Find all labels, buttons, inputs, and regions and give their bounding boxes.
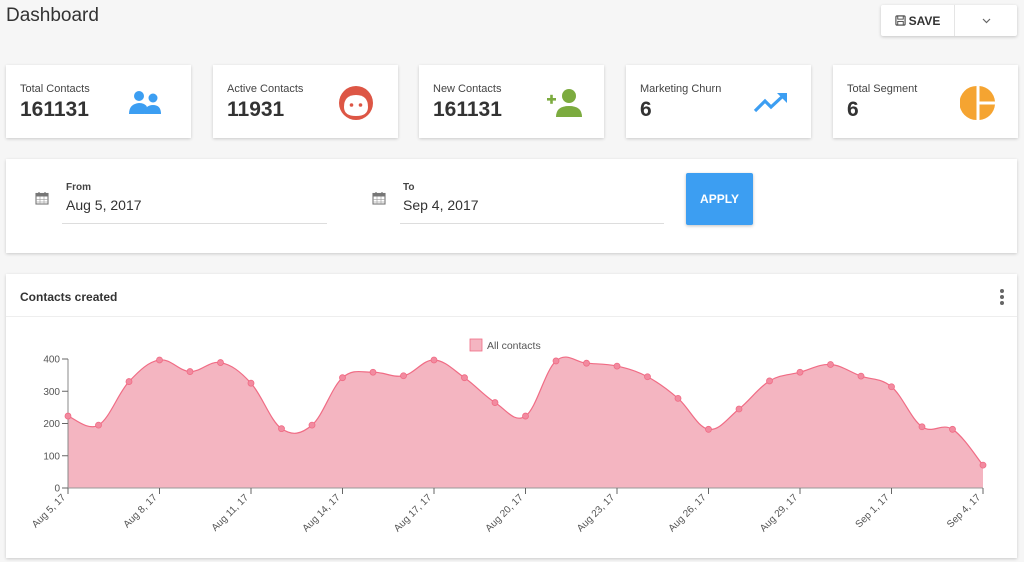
date-filter-panel: From Aug 5, 2017 To Sep 4, 2017 APPLY — [6, 159, 1017, 253]
stat-label: Active Contacts — [227, 83, 304, 95]
area-fill — [68, 357, 983, 488]
x-tick-label: Sep 1, 17 — [854, 492, 892, 530]
data-point[interactable] — [766, 377, 773, 385]
stat-value: 161131 — [20, 98, 89, 121]
data-point[interactable] — [552, 357, 560, 365]
chart-title: Contacts created — [20, 290, 118, 304]
data-point[interactable] — [461, 374, 468, 382]
x-axis: Aug 5, 17 Aug 8, 17 Aug 11, 17 Aug 14, 17 Au… — [30, 487, 984, 534]
data-point[interactable] — [308, 421, 316, 429]
floppy-disk-icon — [894, 15, 906, 26]
x-tick-label: Aug 29, 17 — [758, 492, 800, 534]
from-value[interactable]: Aug 5, 2017 — [66, 197, 142, 213]
people-icon — [125, 83, 165, 123]
x-tick-label: Aug 5, 17 — [30, 492, 68, 530]
page-title: Dashboard — [6, 5, 99, 26]
from-label: From — [66, 182, 91, 193]
y-tick-label: 400 — [43, 355, 60, 366]
chart-legend[interactable]: All contacts — [469, 338, 541, 352]
data-point[interactable] — [95, 421, 102, 429]
stat-value: 11931 — [227, 98, 285, 121]
data-point[interactable] — [735, 405, 743, 413]
data-point[interactable] — [888, 383, 895, 391]
legend-swatch — [469, 338, 483, 352]
x-tick-label: Aug 11, 17 — [210, 492, 252, 534]
to-label: To — [403, 182, 415, 193]
data-point[interactable] — [613, 362, 621, 370]
x-tick-label: Aug 23, 17 — [575, 492, 617, 534]
data-point[interactable] — [64, 412, 72, 420]
data-point[interactable] — [583, 359, 590, 367]
stat-card-new-contacts: New Contacts 161131 — [419, 65, 604, 138]
to-underline — [400, 223, 664, 224]
to-date-field[interactable]: To Sep 4, 2017 — [372, 159, 664, 253]
data-point[interactable] — [796, 368, 804, 376]
stat-card-total-contacts: Total Contacts 161131 — [6, 65, 191, 138]
chevron-down-icon — [982, 18, 990, 23]
data-point[interactable] — [278, 425, 285, 433]
data-point[interactable] — [430, 356, 438, 364]
to-value[interactable]: Sep 4, 2017 — [403, 197, 479, 213]
data-point[interactable] — [217, 359, 224, 366]
stat-value: 6 — [640, 98, 652, 121]
data-point[interactable] — [247, 379, 255, 387]
save-button[interactable]: SAVE — [881, 5, 955, 36]
apply-button[interactable]: APPLY — [686, 173, 753, 225]
y-axis: 0100200300400 — [43, 355, 69, 495]
stat-value: 161131 — [433, 98, 502, 121]
stat-label: Total Contacts — [20, 83, 90, 95]
data-point[interactable] — [918, 423, 926, 431]
kebab-menu-icon[interactable] — [999, 289, 1005, 305]
y-tick-label: 300 — [43, 387, 60, 398]
x-tick-label: Aug 8, 17 — [122, 492, 160, 530]
stat-label: Marketing Churn — [640, 83, 722, 95]
data-point[interactable] — [644, 373, 651, 381]
add-person-icon — [544, 83, 584, 123]
data-point[interactable] — [857, 372, 865, 380]
data-point[interactable] — [491, 399, 499, 406]
stat-label: Total Segment — [847, 83, 918, 95]
y-tick-label: 100 — [43, 451, 60, 462]
y-tick-label: 200 — [43, 419, 60, 430]
calendar-icon — [372, 192, 386, 205]
data-point[interactable] — [979, 461, 987, 469]
x-tick-label: Sep 4, 17 — [945, 492, 983, 530]
from-underline — [62, 223, 327, 224]
stat-label: New Contacts — [433, 83, 502, 95]
data-point[interactable] — [827, 361, 834, 368]
data-point[interactable] — [125, 378, 133, 385]
data-point[interactable] — [339, 374, 346, 382]
data-point[interactable] — [522, 412, 529, 420]
face-icon — [336, 83, 376, 123]
stat-card-marketing-churn: Marketing Churn 6 — [626, 65, 811, 138]
pie-chart-icon — [958, 83, 998, 123]
save-button-group: SAVE — [881, 5, 1017, 36]
x-tick-label: Aug 14, 17 — [301, 492, 343, 534]
data-point[interactable] — [674, 394, 682, 402]
save-label: SAVE — [908, 13, 941, 28]
x-tick-label: Aug 26, 17 — [667, 492, 709, 534]
stat-card-total-segment: Total Segment 6 — [833, 65, 1018, 138]
contacts-created-card: Contacts created All contacts 0 100 200 300… — [6, 274, 1017, 558]
data-point[interactable] — [400, 372, 407, 380]
data-point[interactable] — [949, 425, 956, 433]
trending-up-icon — [751, 83, 791, 123]
legend-label: All contacts — [487, 340, 541, 352]
save-options-button[interactable] — [955, 5, 1017, 36]
stat-value: 6 — [847, 98, 859, 121]
from-date-field[interactable]: From Aug 5, 2017 — [35, 159, 327, 253]
x-tick-label: Aug 20, 17 — [484, 492, 526, 534]
data-point[interactable] — [705, 425, 712, 433]
contacts-chart: All contacts 0100200300400 Aug 5, 17 Aug … — [30, 338, 987, 534]
calendar-icon — [35, 192, 49, 205]
data-point[interactable] — [186, 368, 194, 375]
data-point[interactable] — [369, 368, 377, 376]
chart-header: Contacts created — [6, 274, 1017, 317]
data-point[interactable] — [156, 356, 163, 364]
x-tick-label: Aug 17, 17 — [392, 492, 434, 534]
stat-card-active-contacts: Active Contacts 11931 — [213, 65, 398, 138]
